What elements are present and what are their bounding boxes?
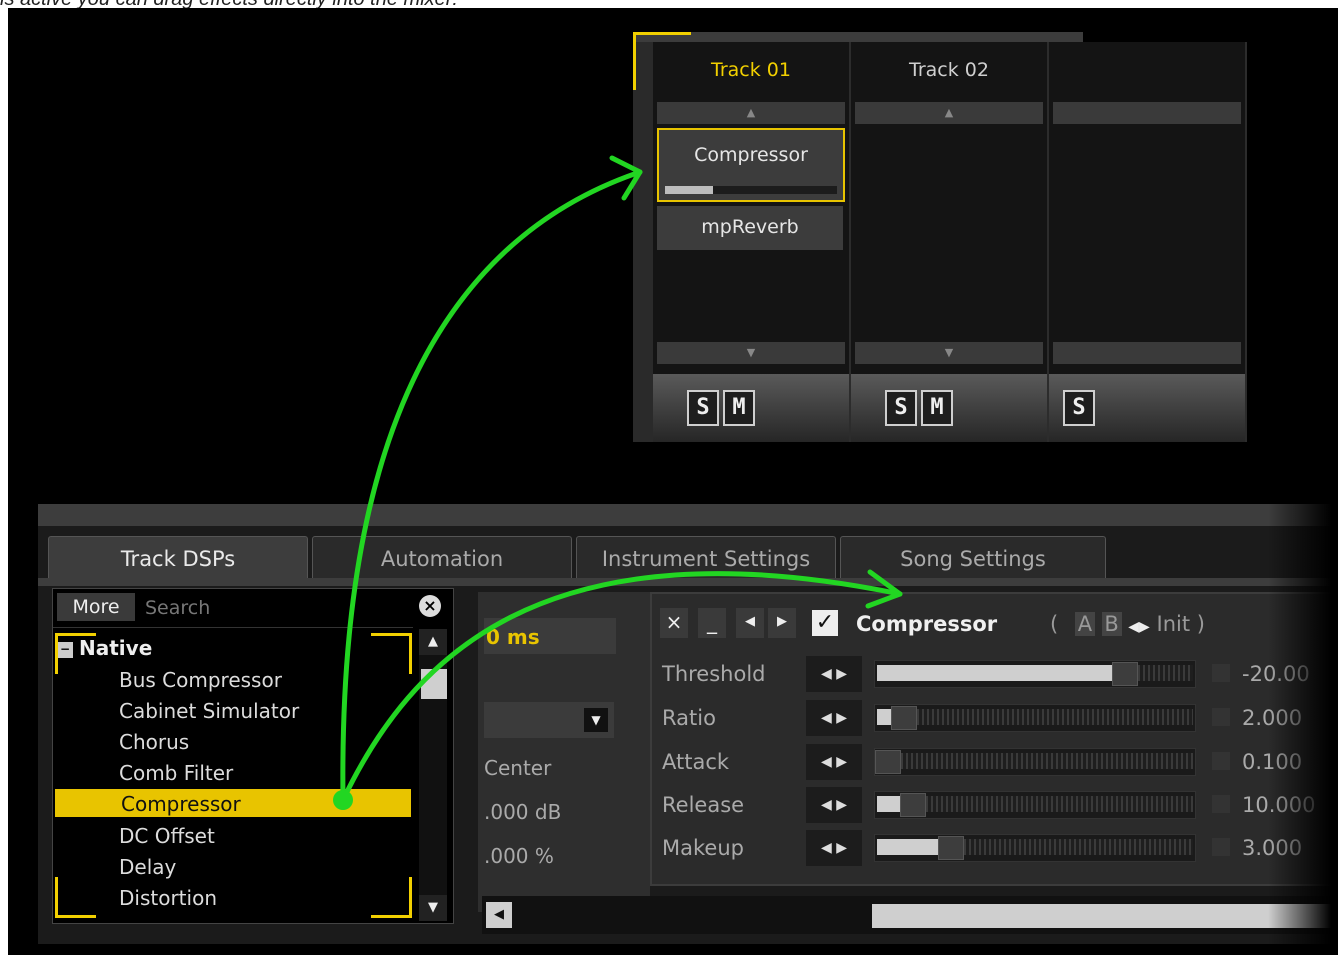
drag-arrow-overlay: [333, 155, 903, 810]
drag-arrow-to-device: [340, 571, 903, 803]
drag-arrow-to-mixer: [340, 169, 643, 803]
drag-start-dot: [333, 790, 353, 810]
